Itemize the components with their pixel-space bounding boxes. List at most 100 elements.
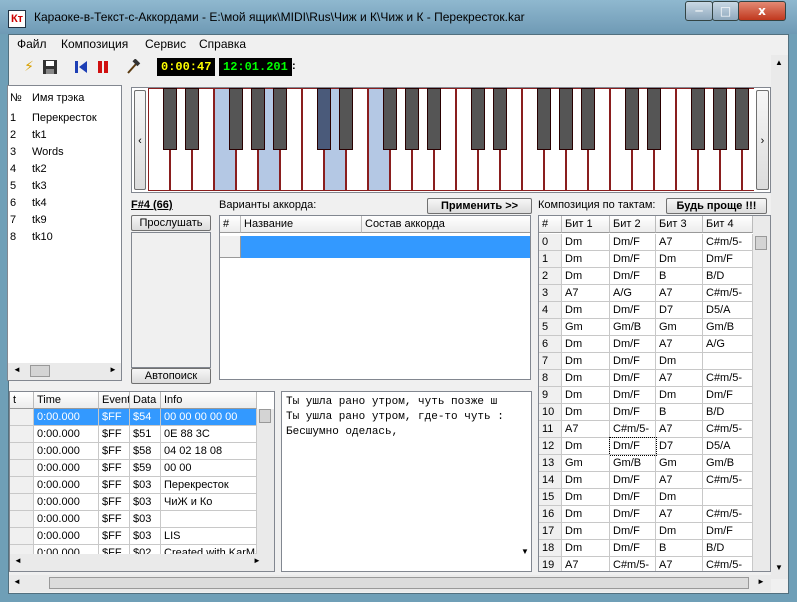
events-cell[interactable]: 0:00.000 [34,494,99,511]
composition-cell[interactable]: Dm/F [610,302,656,319]
composition-cell[interactable]: Dm/F [610,506,656,523]
composition-cell[interactable]: Dm [562,251,610,268]
events-cell[interactable]: $FF [99,460,130,477]
composition-cell[interactable]: Dm [562,540,610,557]
events-cell[interactable]: $03 [130,528,161,545]
track-row-name[interactable]: Words [32,146,64,163]
composition-cell[interactable]: Dm [562,506,610,523]
composition-cell[interactable] [703,489,753,506]
composition-cell[interactable]: Gm [656,319,703,336]
composition-cell[interactable]: Dm/F [610,523,656,540]
events-vscroll[interactable] [257,409,274,555]
simplify-button[interactable]: Будь проще !!! [666,198,767,214]
composition-cell[interactable]: B [656,404,703,421]
variants-table[interactable]: # Название Состав аккорда [219,215,531,380]
composition-cell[interactable]: Dm/F [610,268,656,285]
events-cell[interactable]: $03 [130,494,161,511]
events-cell[interactable]: 0:00.000 [34,409,99,426]
events-cell[interactable]: 0:00.000 [34,528,99,545]
composition-cell[interactable]: Dm/F [610,353,656,370]
piano-black-key[interactable] [383,88,397,150]
composition-cell[interactable]: Dm [562,472,610,489]
composition-cell[interactable]: Dm/F [610,370,656,387]
composition-cell[interactable]: Dm [656,523,703,540]
composition-cell[interactable]: A/G [703,336,753,353]
pause-icon[interactable] [95,59,111,75]
save-icon[interactable] [42,59,58,75]
events-cell[interactable]: $58 [130,443,161,460]
piano-black-key[interactable] [229,88,243,150]
composition-cell[interactable]: A7 [562,421,610,438]
events-cell[interactable]: $03 [130,511,161,528]
composition-cell[interactable]: A7 [656,557,703,571]
composition-cell[interactable]: Dm/F [703,523,753,540]
composition-cell[interactable]: C#m/5- [703,285,753,302]
composition-cell[interactable]: Dm/F [610,489,656,506]
main-scroll-left-icon[interactable]: ◄ [13,577,21,586]
piano-black-key[interactable] [339,88,353,150]
composition-cell[interactable]: D5/A [703,302,753,319]
composition-cell[interactable]: C#m/5- [610,557,656,571]
events-cell[interactable]: $FF [99,443,130,460]
piano-black-key[interactable] [427,88,441,150]
apply-button[interactable]: Применить >> [427,198,532,214]
composition-cell[interactable]: Dm/F [610,251,656,268]
events-scroll-left-icon[interactable]: ◄ [14,556,22,565]
composition-cell[interactable]: Dm/F [703,251,753,268]
events-cell[interactable]: 0E 88 3C [161,426,257,443]
composition-cell[interactable]: Dm [656,387,703,404]
composition-cell[interactable]: Dm/F [610,234,656,251]
events-cell[interactable]: $FF [99,511,130,528]
composition-cell[interactable]: Dm [656,353,703,370]
composition-scroll-thumb[interactable] [755,236,767,250]
lyrics-scroll-down-icon[interactable]: ▼ [521,547,529,556]
events-cell[interactable]: 04 02 18 08 [161,443,257,460]
events-cell[interactable]: 0:00.000 [34,477,99,494]
close-button[interactable]: x [738,1,786,21]
composition-cell[interactable]: Dm/F [610,404,656,421]
composition-cell[interactable]: A/G [610,285,656,302]
composition-cell[interactable]: D5/A [703,438,753,455]
composition-cell[interactable]: Gm/B [703,455,753,472]
composition-cell[interactable]: A7 [656,234,703,251]
piano-black-key[interactable] [493,88,507,150]
events-cell[interactable]: 0:00.000 [34,443,99,460]
composition-cell[interactable]: Gm/B [610,455,656,472]
events-cell[interactable]: $FF [99,494,130,511]
composition-cell[interactable]: C#m/5- [703,234,753,251]
piano-scroll-left[interactable]: ‹ [134,90,146,190]
main-scroll-right-icon[interactable]: ► [757,577,765,586]
composition-cell[interactable]: C#m/5- [703,472,753,489]
events-cell[interactable]: $FF [99,477,130,494]
events-cell[interactable]: LIS [161,528,257,545]
composition-cell[interactable]: Dm [562,387,610,404]
composition-cell[interactable]: C#m/5- [703,506,753,523]
composition-table[interactable]: # Бит 1 Бит 2 Бит 3 Бит 4 0 Dm Dm/F A7 C#m/5- 1 Dm D… [538,215,771,572]
menu-service[interactable]: Сервис [145,37,186,51]
composition-cell[interactable]: Dm [562,370,610,387]
track-row-name[interactable]: tk9 [32,214,47,231]
events-scroll-thumb[interactable] [259,409,271,423]
events-cell[interactable]: $FF [99,528,130,545]
events-cell[interactable]: $54 [130,409,161,426]
maximize-button[interactable]: □ [712,1,739,21]
autosearch-button[interactable]: Автопоиск [131,368,211,384]
menu-file[interactable]: Файл [17,37,47,51]
composition-cell[interactable]: Dm/F [610,336,656,353]
events-cell[interactable]: $FF [99,426,130,443]
composition-cell[interactable]: Gm/B [610,319,656,336]
events-cell[interactable]: 0:00.000 [34,460,99,477]
composition-cell[interactable]: D7 [656,302,703,319]
scroll-left-icon[interactable]: ◄ [13,365,21,374]
composition-cell[interactable]: Gm [656,455,703,472]
composition-cell[interactable]: B [656,540,703,557]
piano-black-key[interactable] [163,88,177,150]
composition-cell[interactable]: Dm [562,268,610,285]
composition-cell[interactable]: Dm [562,353,610,370]
events-cell[interactable]: $FF [99,409,130,426]
events-table[interactable]: t Time Event Data Info 0:00.000 $FF $54 00 00 00… [9,391,275,572]
track-row-name[interactable]: tk4 [32,197,47,214]
composition-cell[interactable]: A7 [656,336,703,353]
composition-cell[interactable]: C#m/5- [703,421,753,438]
composition-cell[interactable]: Dm [562,489,610,506]
